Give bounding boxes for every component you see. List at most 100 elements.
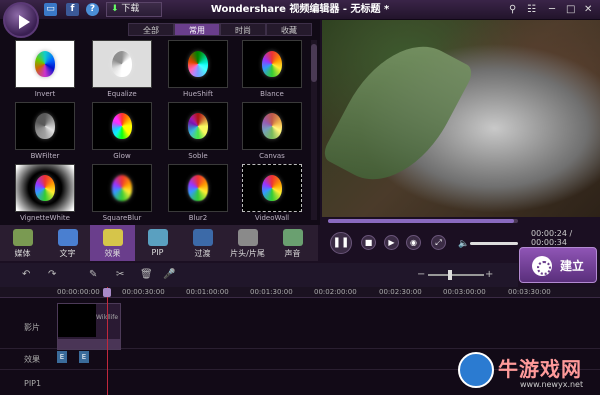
tool-text[interactable]: 文字 [45,225,90,261]
tool-transition[interactable]: 过渡 [180,225,225,261]
effect-badge[interactable]: E [57,351,67,363]
pip-icon [147,229,168,246]
filter-thumbnail [242,40,302,88]
filter-label: VignetteWhite [20,214,70,222]
filter-item[interactable]: Equalize [92,40,152,98]
playhead-line[interactable] [107,287,108,395]
filter-label: Blance [260,90,284,98]
video-clip[interactable]: Wildlife [57,303,121,350]
tool-intro-credits[interactable]: 片头/片尾 [225,225,270,261]
video-preview[interactable] [322,20,600,217]
watermark-url: www.newyx.net [520,380,584,389]
tool-effects[interactable]: 效果 [90,225,135,261]
timeline-ruler: 00:00:00:00 00:00:30:00 00:01:00:00 00:0… [0,287,600,298]
settings-icon[interactable]: ⚲ [509,3,516,16]
filter-label: Blur2 [188,214,208,222]
tool-media[interactable]: 媒体 [0,225,45,261]
create-button[interactable]: 建立 [519,247,597,283]
effect-badge[interactable]: E [79,351,89,363]
media-icon [12,229,33,246]
tool-pip[interactable]: PIP [135,225,180,261]
filter-thumbnail [92,164,152,212]
balloon-icon [35,113,55,139]
undo-icon[interactable]: ↶ [22,269,30,280]
transition-icon [192,229,213,246]
ruler-tick: 00:00:00:00 [57,288,100,296]
film-reel-icon [532,256,552,276]
edit-icon[interactable]: ✎ [89,269,97,280]
zoom-slider[interactable] [428,274,484,276]
delete-icon[interactable]: 🗑 [140,269,153,280]
filter-item[interactable]: Blur2 [168,164,228,222]
effects-scrollbar[interactable] [311,40,317,220]
filter-label: Equalize [107,90,137,98]
volume-slider[interactable] [470,242,518,245]
tab-common[interactable]: 常用 [174,23,220,36]
filter-thumbnail [168,40,228,88]
effects-icon [102,229,123,246]
stop-button[interactable]: ■ [361,235,376,250]
tool-label: 声音 [284,249,301,258]
tab-all[interactable]: 全部 [128,23,174,36]
filter-item[interactable]: Blance [242,40,302,98]
minimize-icon[interactable]: ─ [549,3,555,16]
ruler-tick: 00:00:30:00 [122,288,165,296]
filter-label: VideoWall [254,214,290,222]
filter-thumbnail [92,40,152,88]
pause-button[interactable]: ❚❚ [330,232,352,254]
filter-thumbnail [242,164,302,212]
options-icon[interactable]: ☷ [527,3,536,16]
ruler-tick: 00:03:30:00 [508,288,551,296]
tab-favorites[interactable]: 收藏 [266,23,312,36]
filter-item[interactable]: Glow [92,102,152,160]
tool-label: PIP [151,248,164,257]
balloon-icon [112,175,132,201]
maximize-icon[interactable]: □ [566,3,575,16]
fullscreen-button[interactable]: ⤢ [431,235,446,250]
playback-progress[interactable] [328,219,518,223]
tool-label: 片头/片尾 [230,249,265,258]
balloon-icon [35,175,55,201]
filter-item[interactable]: SquareBlur [92,164,152,222]
filter-item[interactable]: BWFilter [15,102,75,160]
title-bar: ▭ f ? ⬇ 下载 Wondershare 视频编辑器 - 无标题 * ⚲ ☷… [0,0,600,20]
filter-item[interactable]: HueShift [168,40,228,98]
balloon-icon [35,51,55,77]
tool-sound[interactable]: 声音 [270,225,315,261]
filter-item[interactable]: Invert [15,40,75,98]
balloon-icon [262,175,282,201]
scrollbar-thumb[interactable] [311,44,317,82]
zoom-slider-knob[interactable] [448,270,452,280]
microphone-icon[interactable]: 🎤 [163,269,175,280]
filter-item[interactable]: VideoWall [242,164,302,222]
balloon-icon [188,51,208,77]
ruler-tick: 00:01:30:00 [250,288,293,296]
zoom-out-icon[interactable]: − [417,269,425,280]
tab-fashion[interactable]: 时尚 [220,23,266,36]
tool-label: 文字 [59,249,76,258]
filter-item[interactable]: Soble [168,102,228,160]
filter-item[interactable]: Canvas [242,102,302,160]
close-icon[interactable]: ✕ [584,3,592,16]
playhead-handle[interactable] [103,288,111,297]
volume-icon[interactable]: 🔈 [458,239,469,249]
filter-thumbnail [15,40,75,88]
balloon-icon [262,51,282,77]
redo-icon[interactable]: ↷ [48,269,56,280]
zoom-in-icon[interactable]: + [485,269,493,280]
snapshot-button[interactable]: ◉ [406,235,421,250]
cut-icon[interactable]: ✂ [116,269,124,280]
ruler-tick: 00:02:00:00 [314,288,357,296]
clip-audio-bar [58,339,120,349]
filter-label: SquareBlur [102,214,142,222]
play-next-button[interactable]: ▶ [384,235,399,250]
ruler-tick: 00:03:00:00 [443,288,486,296]
filter-thumbnail [92,102,152,150]
text-icon [57,229,78,246]
clip-thumbnail [58,304,96,337]
filter-thumbnail [168,164,228,212]
filter-label: HueShift [183,90,213,98]
filter-thumbnail [15,102,75,150]
filter-thumbnail [168,102,228,150]
filter-item[interactable]: VignetteWhite [15,164,75,222]
